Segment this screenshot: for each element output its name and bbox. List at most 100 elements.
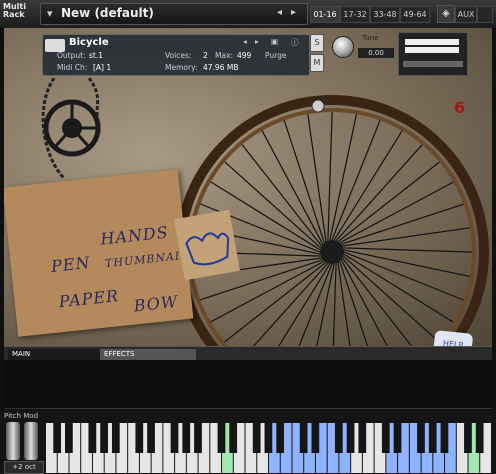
black-key[interactable] <box>135 423 144 453</box>
volume-meter <box>398 32 468 76</box>
black-key[interactable] <box>88 423 97 453</box>
black-key[interactable] <box>217 423 226 453</box>
mod-wheel[interactable] <box>24 422 38 460</box>
black-key[interactable] <box>464 423 472 453</box>
sign-word-bow: BOW <box>132 291 180 316</box>
wheel-spoke <box>331 120 381 241</box>
keyboard-area: Pitch Mod +2 oct <box>0 410 496 474</box>
black-key[interactable] <box>311 423 320 453</box>
level-meter-right <box>405 47 459 53</box>
black-key[interactable] <box>194 423 202 453</box>
rack-options-button[interactable] <box>477 6 493 23</box>
volume-slider[interactable] <box>403 61 463 67</box>
black-key[interactable] <box>393 423 402 453</box>
cardboard-sign: PEN HANDS THUMBNAILS PAPER BOW <box>4 169 198 337</box>
black-key[interactable] <box>170 423 179 453</box>
black-key[interactable] <box>276 423 285 453</box>
wheel-spoke <box>335 144 423 242</box>
tune-value[interactable]: 0.00 <box>358 48 394 58</box>
wheel-spoke <box>339 181 454 244</box>
instrument-tab-bar: MAIN EFFECTS <box>4 346 492 361</box>
black-key[interactable] <box>381 423 390 453</box>
rack-label-line2: Rack <box>3 10 25 19</box>
black-key[interactable] <box>299 423 308 453</box>
wheel-spoke <box>224 261 327 343</box>
black-key[interactable] <box>182 423 191 453</box>
aux-button[interactable]: AUX <box>455 6 477 23</box>
wheel-spoke <box>224 161 322 249</box>
black-key[interactable] <box>111 423 120 453</box>
black-key[interactable] <box>346 423 355 453</box>
solo-button[interactable]: S <box>310 34 324 52</box>
info-icon[interactable]: ⓘ <box>291 37 299 48</box>
max-voices-value[interactable]: 499 <box>237 51 251 60</box>
brand-logo-6: 6 <box>454 98 466 117</box>
multi-rack-label: Multi Rack <box>3 3 33 19</box>
pitch-mod-label: Pitch Mod <box>4 412 39 420</box>
max-voices-label: Max: <box>215 51 234 60</box>
rack-tab-01-16[interactable]: 01-16 <box>310 6 340 23</box>
instrument-name: Bicycle <box>69 37 109 48</box>
next-instrument-icon[interactable]: ▸ <box>255 37 259 46</box>
wheel-spoke <box>343 253 454 323</box>
wheel-spoke <box>327 111 333 241</box>
tune-knob[interactable] <box>332 36 354 58</box>
black-key[interactable] <box>252 423 261 453</box>
level-meter-left <box>405 39 459 45</box>
octave-shift[interactable]: +2 oct <box>4 461 44 474</box>
multi-preset-box[interactable]: ▾ New (default) ◂ ▸ <box>40 3 308 25</box>
piano-keyboard[interactable] <box>46 423 492 473</box>
black-key[interactable] <box>475 423 484 453</box>
rack-tab-49-64[interactable]: 49-64 <box>400 6 430 23</box>
black-key[interactable] <box>65 423 73 453</box>
midi-channel-label: Midi Ch: <box>57 63 88 72</box>
camera-icon[interactable]: ▣ <box>271 37 278 46</box>
black-key[interactable] <box>147 423 155 453</box>
wheel-spoke <box>329 114 358 241</box>
wheel-spoke <box>261 130 324 245</box>
black-key[interactable] <box>334 423 343 453</box>
instrument-panel: PEN HANDS THUMBNAILS PAPER BOW 6 HELP Bi… <box>4 28 492 346</box>
wheel-spoke <box>343 251 464 301</box>
prev-instrument-icon[interactable]: ◂ <box>243 37 247 46</box>
voices-value: 2 <box>203 51 208 60</box>
help-button[interactable]: HELP <box>432 330 474 346</box>
wheel-spoke <box>241 144 323 247</box>
wheel-spoke <box>316 263 335 346</box>
black-key[interactable] <box>229 423 238 453</box>
bike-gear-sketch <box>41 78 101 180</box>
rack-tab-17-32[interactable]: 17-32 <box>340 6 370 23</box>
mute-button[interactable]: M <box>310 54 324 72</box>
tune-label: Tune <box>362 34 379 42</box>
memory-label: Memory: <box>165 63 198 72</box>
wheel-spoke <box>332 263 337 346</box>
sign-word-hands: HANDS <box>99 222 170 249</box>
wheel-spoke <box>341 257 413 346</box>
instrument-header: Bicycle Output: st.1 Midi Ch: [A] 1 Voic… <box>42 34 310 76</box>
black-key[interactable] <box>264 423 273 453</box>
tab-effects[interactable]: EFFECTS <box>100 349 196 360</box>
voices-label: Voices: <box>165 51 192 60</box>
output-value[interactable]: st.1 <box>89 51 103 60</box>
black-key[interactable] <box>440 423 449 453</box>
preset-dropdown-icon[interactable]: ▾ <box>47 7 53 20</box>
rack-tab-33-48[interactable]: 33-48 <box>370 6 400 23</box>
wheel-spoke <box>337 161 440 243</box>
pitch-wheel[interactable] <box>6 422 20 460</box>
purge-button[interactable]: Purge <box>265 51 286 60</box>
preset-name: New (default) <box>61 6 154 20</box>
tab-main[interactable]: MAIN <box>8 349 102 360</box>
black-key[interactable] <box>53 423 62 453</box>
mod-wheels <box>6 422 40 460</box>
prev-preset-icon[interactable]: ◂ <box>277 7 282 18</box>
black-key[interactable] <box>428 423 437 453</box>
next-preset-icon[interactable]: ▸ <box>291 7 296 18</box>
tune-control: Tune 0.00 <box>326 32 394 74</box>
black-key[interactable] <box>100 423 108 453</box>
sign-word-paper: PAPER <box>57 286 120 312</box>
black-key[interactable] <box>417 423 425 453</box>
tab-content-area <box>4 360 492 409</box>
midi-routing-icon[interactable]: ◈ <box>437 5 455 23</box>
midi-channel-value[interactable]: [A] 1 <box>93 63 111 72</box>
black-key[interactable] <box>358 423 367 453</box>
